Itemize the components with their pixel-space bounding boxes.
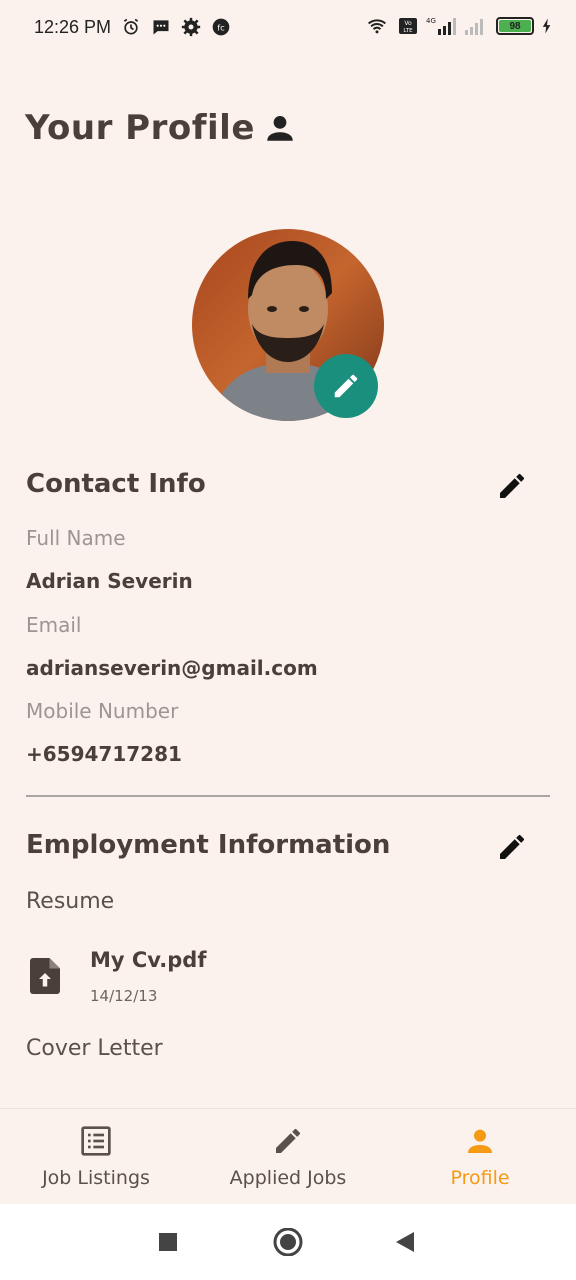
- status-time: 12:26 PM: [34, 17, 112, 37]
- svg-text:4G: 4G: [426, 17, 436, 25]
- status-bar: 12:26 PM fc Vo LTE 4G 98: [0, 0, 576, 56]
- page-title: Your Profile: [25, 108, 297, 148]
- alarm-icon: [123, 18, 139, 35]
- section-divider: [26, 795, 550, 797]
- pencil-icon: [276, 1128, 300, 1153]
- email-label: Email: [26, 613, 82, 637]
- employment-info-title: Employment Information: [26, 830, 391, 860]
- system-navigation-bar: [0, 1204, 576, 1280]
- svg-text:Vo: Vo: [404, 20, 412, 27]
- edit-contact-info-button[interactable]: [496, 470, 528, 502]
- volte-icon: VoLTE: [399, 18, 417, 34]
- fc-app-icon: fc: [212, 18, 230, 36]
- nav-label-job-listings: Job Listings: [42, 1167, 150, 1189]
- mobile-label: Mobile Number: [26, 699, 179, 723]
- back-triangle-icon[interactable]: [394, 1228, 416, 1256]
- resume-file-date: 14/12/13: [90, 987, 158, 1005]
- mobile-value: +6594717281: [26, 742, 182, 766]
- list-icon: [81, 1126, 111, 1156]
- person-icon: [468, 1129, 492, 1153]
- resume-label: Resume: [26, 889, 115, 914]
- nav-item-profile[interactable]: Profile: [384, 1109, 576, 1205]
- settings-icon: [181, 17, 201, 37]
- battery-level: 98: [499, 20, 531, 32]
- cover-letter-label: Cover Letter: [26, 1036, 163, 1061]
- pencil-icon: [500, 473, 524, 498]
- pencil-icon: [500, 834, 524, 859]
- nav-label-applied-jobs: Applied Jobs: [229, 1167, 347, 1189]
- nav-label-profile: Profile: [450, 1167, 510, 1189]
- pencil-icon: [334, 374, 358, 398]
- person-icon: [267, 115, 293, 141]
- nav-item-job-listings[interactable]: Job Listings: [0, 1109, 192, 1205]
- contact-info-title: Contact Info: [26, 469, 206, 499]
- wifi-icon: [368, 19, 386, 34]
- svg-text:fc: fc: [217, 22, 225, 32]
- home-circle-icon[interactable]: [273, 1228, 303, 1256]
- full-name-label: Full Name: [26, 526, 126, 550]
- resume-file-name: My Cv.pdf: [90, 948, 207, 972]
- recents-square-icon[interactable]: [158, 1228, 178, 1256]
- edit-employment-info-button[interactable]: [496, 831, 528, 863]
- battery-icon: 98: [496, 17, 534, 35]
- edit-avatar-button[interactable]: [314, 354, 378, 418]
- email-value: adrianseverin@gmail.com: [26, 656, 318, 680]
- status-icons-right: Vo LTE 4G 98: [364, 16, 552, 36]
- signal-icon: [465, 19, 483, 35]
- file-upload-icon: [30, 958, 60, 994]
- message-icon: [153, 20, 169, 35]
- page-title-text: Your Profile: [25, 108, 255, 148]
- signal-4g-icon: 4G: [426, 17, 456, 35]
- nav-item-applied-jobs[interactable]: Applied Jobs: [192, 1109, 384, 1205]
- avatar-container: [192, 229, 384, 421]
- svg-text:LTE: LTE: [403, 28, 413, 34]
- bottom-navigation: Job Listings Applied Jobs Profile: [0, 1108, 576, 1204]
- full-name-value: Adrian Severin: [26, 569, 193, 593]
- charging-icon: [542, 18, 551, 34]
- status-icons-left: fc: [121, 17, 231, 37]
